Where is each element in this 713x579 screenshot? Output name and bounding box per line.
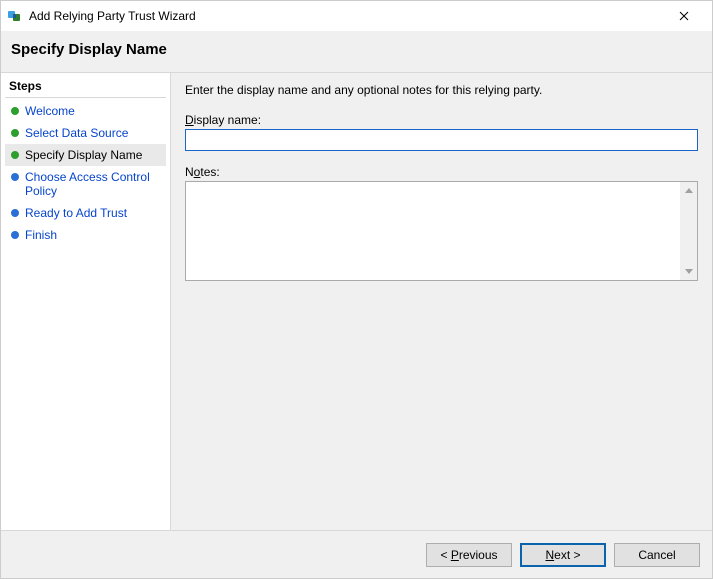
notes-field-wrap: [185, 181, 698, 281]
scroll-up-icon[interactable]: [680, 182, 697, 199]
page-title: Specify Display Name: [11, 41, 700, 58]
step-choose-access-control-policy[interactable]: Choose Access Control Policy: [5, 166, 166, 202]
scroll-down-icon[interactable]: [680, 263, 697, 280]
step-finish[interactable]: Finish: [5, 224, 166, 246]
wizard-window: Add Relying Party Trust Wizard Specify D…: [0, 0, 713, 579]
step-bullet-icon: [11, 173, 19, 181]
step-label: Choose Access Control Policy: [25, 170, 160, 198]
page-header: Specify Display Name: [1, 31, 712, 72]
step-welcome[interactable]: Welcome: [5, 100, 166, 122]
step-select-data-source[interactable]: Select Data Source: [5, 122, 166, 144]
step-label: Welcome: [25, 104, 75, 118]
steps-heading: Steps: [5, 79, 166, 98]
instruction-text: Enter the display name and any optional …: [185, 83, 698, 97]
step-ready-to-add-trust[interactable]: Ready to Add Trust: [5, 202, 166, 224]
step-bullet-icon: [11, 151, 19, 159]
display-name-input[interactable]: [185, 129, 698, 151]
step-label: Finish: [25, 228, 57, 242]
notes-textarea[interactable]: [186, 182, 680, 280]
step-label: Ready to Add Trust: [25, 206, 127, 220]
step-label: Select Data Source: [25, 126, 128, 140]
wizard-footer: < Previous Next > Cancel: [1, 530, 712, 578]
notes-label: Notes:: [185, 165, 698, 179]
step-bullet-icon: [11, 209, 19, 217]
display-name-label: Display name:: [185, 113, 698, 127]
title-bar: Add Relying Party Trust Wizard: [1, 1, 712, 31]
cancel-button[interactable]: Cancel: [614, 543, 700, 567]
previous-button[interactable]: < Previous: [426, 543, 512, 567]
step-label: Specify Display Name: [25, 148, 142, 162]
app-icon: [7, 8, 23, 24]
notes-scrollbar[interactable]: [680, 182, 697, 280]
content-pane: Enter the display name and any optional …: [171, 73, 712, 530]
step-specify-display-name[interactable]: Specify Display Name: [5, 144, 166, 166]
step-bullet-icon: [11, 231, 19, 239]
next-button[interactable]: Next >: [520, 543, 606, 567]
window-title: Add Relying Party Trust Wizard: [29, 9, 664, 23]
close-button[interactable]: [664, 2, 704, 30]
step-bullet-icon: [11, 129, 19, 137]
step-bullet-icon: [11, 107, 19, 115]
wizard-body: Steps Welcome Select Data Source Specify…: [1, 72, 712, 530]
steps-pane: Steps Welcome Select Data Source Specify…: [1, 73, 171, 530]
